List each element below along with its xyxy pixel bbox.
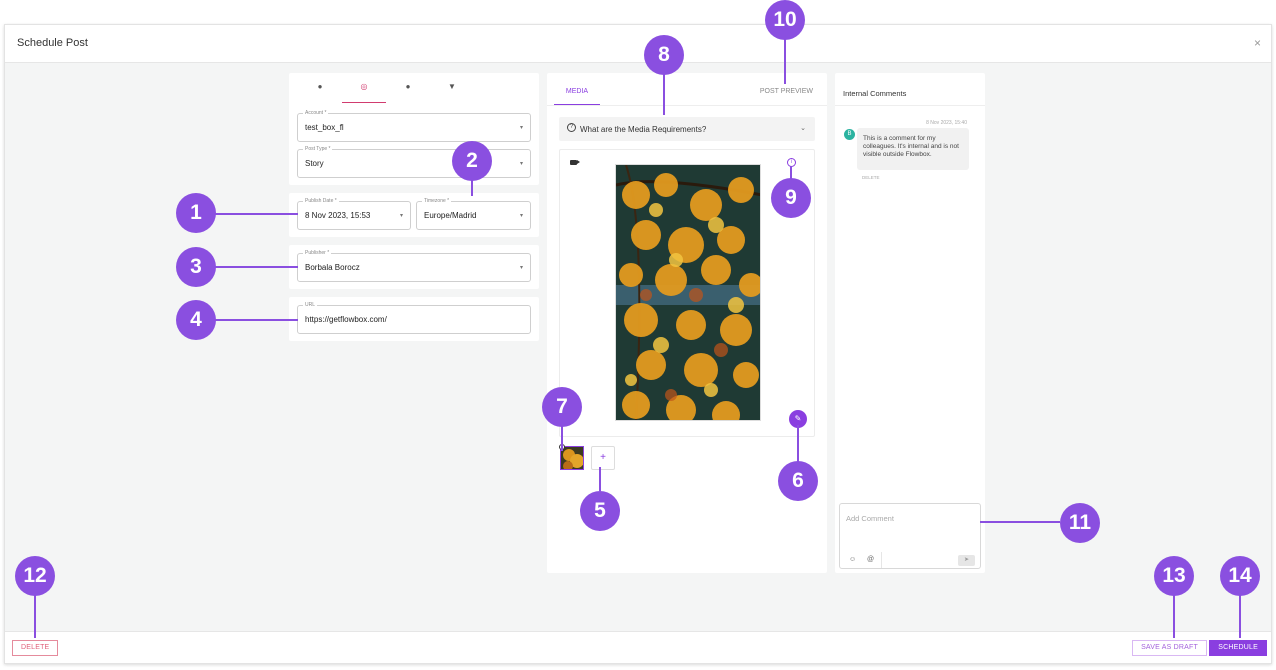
avatar: B [844,129,855,140]
video-camera-icon[interactable] [570,160,580,165]
callout-line [980,521,1060,523]
post-type-value: Story [305,159,324,168]
timezone-value: Europe/Madrid [424,211,477,220]
callout-badge-1: 1 [176,193,216,233]
timezone-label: Timezone * [422,198,452,204]
callout-badge-5: 5 [580,491,620,531]
close-icon[interactable]: × [1254,36,1261,50]
divider [835,105,985,106]
callout-line [784,39,786,84]
comment-placeholder: Add Comment [846,514,894,523]
callout-line [215,319,298,321]
schedule-button[interactable]: SCHEDULE [1209,640,1267,656]
internal-comments-panel: Internal Comments 8 Nov 2023, 15:40 B Th… [835,73,985,573]
callout-line [561,424,563,451]
callout-badge-10: 10 [765,0,805,40]
callout-badge-7: 7 [542,387,582,427]
save-as-draft-button[interactable]: SAVE AS DRAFT [1132,640,1207,656]
url-value: https://getflowbox.com/ [305,315,387,324]
account-card: ● ◎ ● ▼ Account * test_box_fl ▾ Post Typ… [289,73,539,185]
tab-post-preview[interactable]: POST PREVIEW [760,88,813,95]
url-card: URL https://getflowbox.com/ [289,297,539,341]
callout-line [34,593,36,638]
media-requirements-accordion[interactable]: ? What are the Media Requirements? ⌄ [559,117,815,141]
twitter-icon[interactable]: ▼ [430,82,474,91]
chevron-down-icon: ▾ [519,161,523,167]
comment-delete-link[interactable]: DELETE [862,175,880,180]
url-input[interactable]: URL https://getflowbox.com/ [297,302,531,334]
timezone-select[interactable]: Timezone * Europe/Madrid ▾ [416,198,531,230]
publisher-value: Borbala Borocz [305,263,360,272]
account-select[interactable]: Account * test_box_fl ▾ [297,110,531,142]
add-comment-input[interactable]: Add Comment ☺ @ ➤ [839,503,981,569]
publish-date-value: 8 Nov 2023, 15:53 [305,211,371,220]
comment-timestamp: 8 Nov 2023, 15:40 [926,120,967,126]
modal-title: Schedule Post [17,37,88,49]
publish-date-field[interactable]: Publish Date * 8 Nov 2023, 15:53 ▾ [297,198,411,230]
account-value: test_box_fl [305,123,344,132]
thumbnail-image [561,447,583,469]
publisher-select[interactable]: Publisher * Borbala Borocz ▾ [297,250,531,282]
comment-text: This is a comment for my colleagues. It'… [857,128,969,170]
callout-badge-3: 3 [176,247,216,287]
callout-badge-4: 4 [176,300,216,340]
callout-line [599,467,601,491]
media-thumbnail[interactable] [560,446,584,470]
facebook-icon[interactable]: ● [298,82,342,91]
instagram-icon[interactable]: ◎ [342,82,386,103]
callout-badge-6: 6 [778,461,818,501]
callout-line [215,266,298,268]
modal-header: Schedule Post × [5,25,1271,63]
callout-badge-14: 14 [1220,556,1260,596]
publish-date-label: Publish Date * [303,198,339,204]
divider [547,105,827,106]
chevron-down-icon: ⌄ [800,125,806,132]
post-type-label: Post Type * [303,146,333,152]
schedule-card: Publish Date * 8 Nov 2023, 15:53 ▾ Timez… [289,193,539,237]
autumn-foliage-image [616,165,760,420]
media-requirements-label: What are the Media Requirements? [580,125,707,134]
callout-line [663,73,665,115]
account-label: Account * [303,110,329,116]
send-icon[interactable]: ➤ [958,555,975,566]
post-type-select[interactable]: Post Type * Story ▾ [297,146,531,178]
callout-line [1239,593,1241,638]
publisher-label: Publisher * [303,250,332,256]
question-icon: ? [567,123,576,132]
add-media-button[interactable]: + [591,446,615,470]
callout-badge-12: 12 [15,556,55,596]
callout-badge-8: 8 [644,35,684,75]
tab-media[interactable]: MEDIA [554,83,600,105]
publisher-card: Publisher * Borbala Borocz ▾ [289,245,539,289]
mention-icon[interactable]: @ [867,556,874,563]
url-label: URL [303,302,318,308]
chevron-down-icon: ▾ [519,265,523,271]
delete-button[interactable]: DELETE [12,640,59,656]
callout-line [215,213,298,215]
network-tabs: ● ◎ ● ▼ [289,73,539,103]
chevron-down-icon: ▾ [519,213,523,219]
modal-footer: DELETE SAVE AS DRAFT SCHEDULE [5,631,1271,663]
comments-title: Internal Comments [843,89,907,98]
callout-badge-9: 9 [771,178,811,218]
callout-badge-11: 11 [1060,503,1100,543]
media-image [615,164,761,421]
pinterest-icon[interactable]: ● [386,82,430,91]
callout-badge-13: 13 [1154,556,1194,596]
callout-line [1173,593,1175,638]
callout-badge-2: 2 [452,141,492,181]
emoji-icon[interactable]: ☺ [849,556,856,563]
chevron-down-icon: ▾ [399,213,403,219]
chevron-down-icon: ▾ [519,125,523,131]
divider [881,552,882,568]
schedule-post-modal: Schedule Post × ● ◎ ● ▼ Account * test_b… [4,24,1272,664]
